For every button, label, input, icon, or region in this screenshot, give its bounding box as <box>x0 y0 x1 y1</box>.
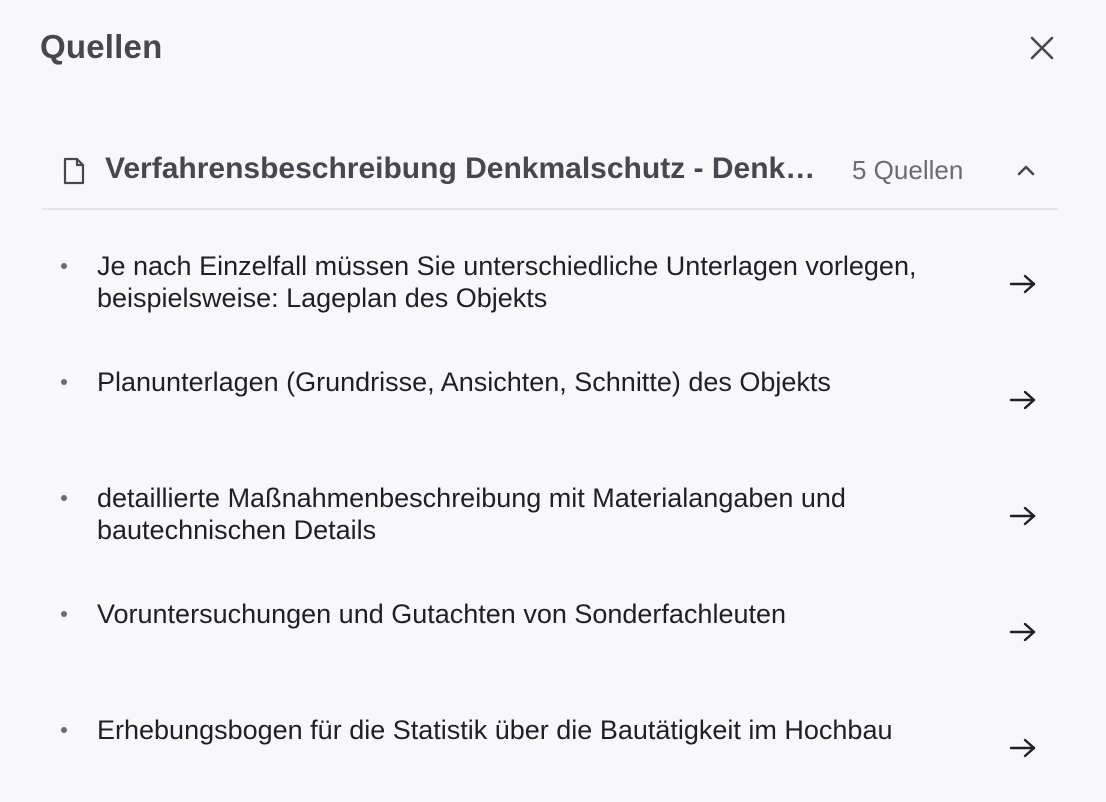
arrow-right-icon[interactable] <box>1008 504 1038 528</box>
bullet <box>61 495 67 501</box>
panel-header: Quellen <box>40 24 1066 72</box>
source-text: Je nach Einzelfall müssen Sie unterschie… <box>97 251 917 313</box>
close-button[interactable] <box>1026 32 1058 64</box>
bullet <box>61 379 67 385</box>
sources-panel: Quellen Verfahrensbeschreibung Denkmalsc… <box>0 0 1106 802</box>
source-count: 5 Quellen <box>852 155 964 185</box>
source-item[interactable]: Voruntersuchungen und Gutachten von Sond… <box>42 558 1058 674</box>
source-group-header[interactable]: Verfahrensbeschreibung Denkmalschutz - D… <box>42 132 1058 210</box>
document-icon <box>63 157 85 185</box>
arrow-right-icon[interactable] <box>1008 272 1038 296</box>
bullet <box>61 727 67 733</box>
close-icon <box>1030 36 1054 60</box>
arrow-right-icon[interactable] <box>1008 736 1038 760</box>
arrow-right-icon[interactable] <box>1008 388 1038 412</box>
source-text: Voruntersuchungen und Gutachten von Sond… <box>97 599 787 629</box>
source-item[interactable]: Je nach Einzelfall müssen Sie unterschie… <box>42 210 1058 326</box>
source-text: Planunterlagen (Grundrisse, Ansichten, S… <box>97 367 831 397</box>
source-text: detaillierte Maßnahmenbeschreibung mit M… <box>97 483 846 545</box>
source-item[interactable]: Planunterlagen (Grundrisse, Ansichten, S… <box>42 326 1058 442</box>
source-item[interactable]: Erhebungsbogen für die Statistik über di… <box>42 674 1058 790</box>
chevron-up-icon[interactable] <box>1014 158 1038 182</box>
arrow-right-icon[interactable] <box>1008 620 1038 644</box>
bullet <box>61 263 67 269</box>
panel-title: Quellen <box>40 28 163 65</box>
source-item[interactable]: detaillierte Maßnahmenbeschreibung mit M… <box>42 442 1058 558</box>
source-list: Je nach Einzelfall müssen Sie unterschie… <box>42 210 1058 790</box>
bullet <box>61 611 67 617</box>
source-group-title: Verfahrensbeschreibung Denkmalschutz - D… <box>105 152 827 185</box>
source-text: Erhebungsbogen für die Statistik über di… <box>97 715 893 745</box>
